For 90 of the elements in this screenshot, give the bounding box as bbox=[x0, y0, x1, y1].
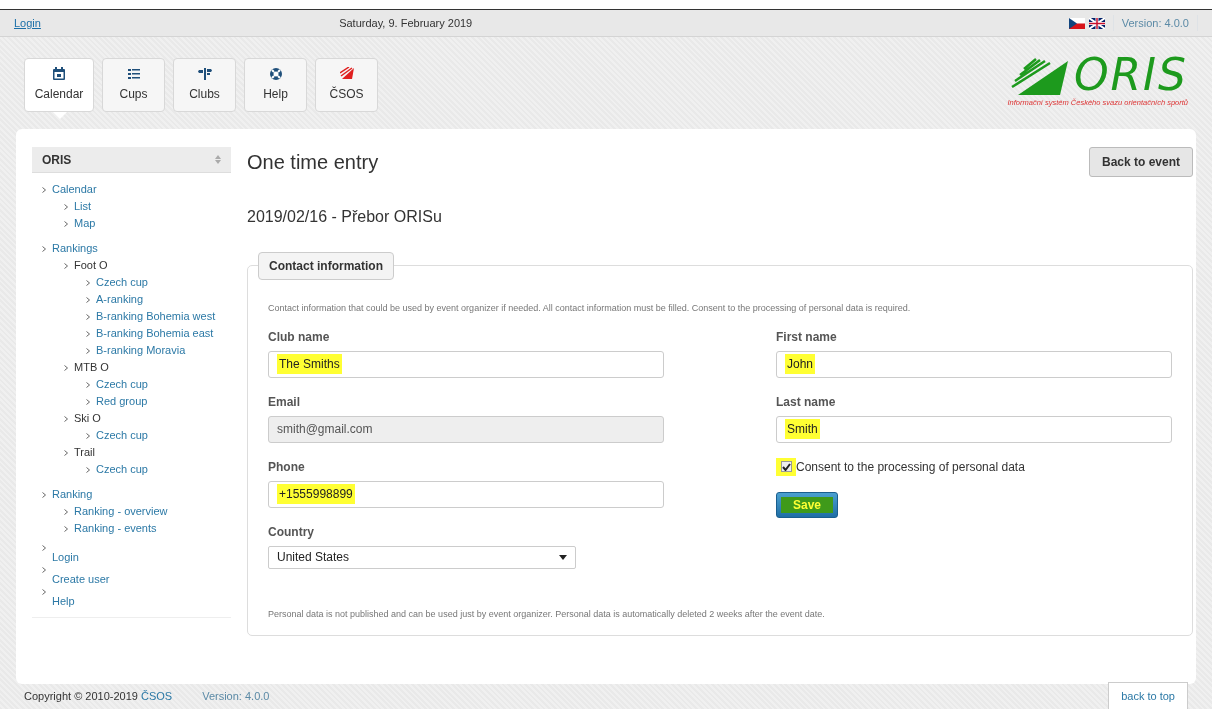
field-label: Last name bbox=[776, 393, 837, 411]
sidebar-link[interactable]: Map bbox=[74, 215, 96, 232]
chevron-icon bbox=[64, 525, 68, 532]
sidebar-link[interactable]: Red group bbox=[96, 393, 148, 410]
privacy-note: Personal data is not published and can be used just by event organizer. Personal data is automatically deleted 2 weeks after the event date. bbox=[268, 607, 826, 621]
nav-button[interactable]: ČSOS bbox=[315, 58, 378, 112]
sidebar-link[interactable]: B-ranking Moravia bbox=[96, 342, 186, 359]
nav-button[interactable]: Help bbox=[244, 58, 307, 112]
sidebar-link[interactable]: A-ranking bbox=[96, 291, 144, 308]
sidebar-link[interactable]: MTB O bbox=[74, 359, 109, 376]
sidebar-link[interactable]: B-ranking Bohemia west bbox=[96, 308, 216, 325]
field-label: First name bbox=[776, 328, 838, 346]
login-link[interactable]: Login bbox=[14, 14, 41, 32]
sidebar-link[interactable]: Ranking - events bbox=[74, 520, 157, 537]
chevron-icon bbox=[42, 491, 46, 498]
chevron-icon bbox=[86, 330, 90, 337]
chevron-icon bbox=[64, 262, 68, 269]
chevron-icon bbox=[64, 203, 68, 210]
save-button[interactable]: Save bbox=[776, 491, 839, 518]
sidebar-link[interactable]: Calendar bbox=[52, 181, 97, 198]
event-title: 2019/02/16 - Přebor ORISu bbox=[247, 207, 443, 227]
chevron-icon bbox=[42, 245, 46, 252]
chevron-icon bbox=[86, 381, 90, 388]
sidebar-link[interactable]: Ski O bbox=[74, 410, 101, 427]
consent-checkbox[interactable] bbox=[776, 457, 796, 476]
sidebar-link[interactable]: Foot O bbox=[74, 257, 108, 274]
chevron-icon bbox=[86, 279, 90, 286]
sidebar-link[interactable]: Czech cup bbox=[96, 427, 148, 444]
checkmark-icon bbox=[781, 462, 791, 471]
chevron-icon bbox=[64, 364, 68, 371]
logo-drawing bbox=[1009, 57, 1070, 97]
input-field[interactable]: +1555998899 bbox=[268, 480, 664, 508]
date-text: Saturday, 9. February 2019 bbox=[339, 15, 473, 31]
help-icon bbox=[268, 67, 283, 81]
chevron-icon bbox=[86, 432, 90, 439]
chevron-icon bbox=[86, 466, 90, 473]
field-label: Club name bbox=[268, 328, 331, 346]
chevron-icon bbox=[42, 567, 46, 573]
chevron-icon bbox=[42, 186, 46, 193]
logo-text: ORIS bbox=[1073, 53, 1188, 97]
stripes-icon bbox=[339, 67, 354, 81]
list-icon bbox=[126, 67, 141, 81]
input-field[interactable]: John bbox=[776, 350, 1172, 378]
calendar-icon bbox=[52, 67, 66, 81]
field-label: Email bbox=[268, 393, 301, 411]
sidebar-link[interactable]: Czech cup bbox=[96, 461, 148, 478]
sidebar-link[interactable]: Trail bbox=[74, 444, 95, 461]
input-field[interactable]: Smith bbox=[776, 415, 1172, 443]
chevron-icon bbox=[42, 545, 46, 551]
back-button[interactable]: Back to event bbox=[1088, 147, 1193, 177]
nav-button[interactable]: Cups bbox=[102, 58, 165, 112]
sidebar-link[interactable]: Login bbox=[52, 549, 79, 566]
sidebar-link[interactable]: Ranking bbox=[52, 486, 93, 503]
field-label: Country bbox=[268, 523, 315, 541]
consent-label: Consent to the processing of personal data bbox=[796, 458, 1025, 476]
copyright-text: Copyright © 2010-2019 bbox=[24, 689, 138, 702]
signpost-icon bbox=[197, 67, 212, 81]
csos-link[interactable]: ČSOS bbox=[140, 689, 173, 702]
sidebar-link[interactable]: Help bbox=[52, 593, 75, 610]
chevron-icon bbox=[86, 313, 90, 320]
chevron-icon bbox=[42, 589, 46, 595]
sidebar-header[interactable]: ORIS bbox=[32, 147, 231, 173]
dropdown-arrow-icon bbox=[559, 554, 567, 560]
uk-flag-icon bbox=[1088, 17, 1105, 29]
sidebar-link[interactable]: B-ranking Bohemia east bbox=[96, 325, 214, 342]
version-text: Version: 4.0.0 bbox=[202, 688, 270, 704]
sidebar-link[interactable]: Rankings bbox=[52, 240, 98, 257]
version-text: Version: 4.0.0 bbox=[1112, 14, 1198, 32]
sidebar-link[interactable]: Czech cup bbox=[96, 274, 148, 291]
sidebar-link[interactable]: Create user bbox=[52, 571, 110, 588]
chevron-icon bbox=[86, 347, 90, 354]
chevron-icon bbox=[64, 449, 68, 456]
sort-icon bbox=[215, 155, 221, 164]
chevron-icon bbox=[64, 508, 68, 515]
czech-flag-icon bbox=[1068, 17, 1085, 29]
chevron-icon bbox=[64, 415, 68, 422]
sidebar-link[interactable]: List bbox=[74, 198, 92, 215]
intro-text: Contact information that could be used by event organizer if needed. All contact information must be filled. Consent to the processing of personal data is required. bbox=[268, 302, 912, 315]
input-field[interactable]: The Smiths bbox=[268, 350, 664, 378]
sidebar-link[interactable]: Czech cup bbox=[96, 376, 148, 393]
chevron-icon bbox=[86, 398, 90, 405]
country-select[interactable]: United States bbox=[268, 545, 576, 569]
sidebar-link[interactable]: Ranking - overview bbox=[74, 503, 168, 520]
back-to-top-button[interactable]: back to top bbox=[1108, 681, 1188, 709]
chevron-icon bbox=[86, 296, 90, 303]
field-label: Phone bbox=[268, 458, 306, 476]
nav-button[interactable]: Clubs bbox=[173, 58, 236, 112]
legend-label: Contact information bbox=[258, 252, 394, 280]
page-title: One time entry bbox=[247, 150, 379, 175]
chevron-icon bbox=[64, 220, 68, 227]
